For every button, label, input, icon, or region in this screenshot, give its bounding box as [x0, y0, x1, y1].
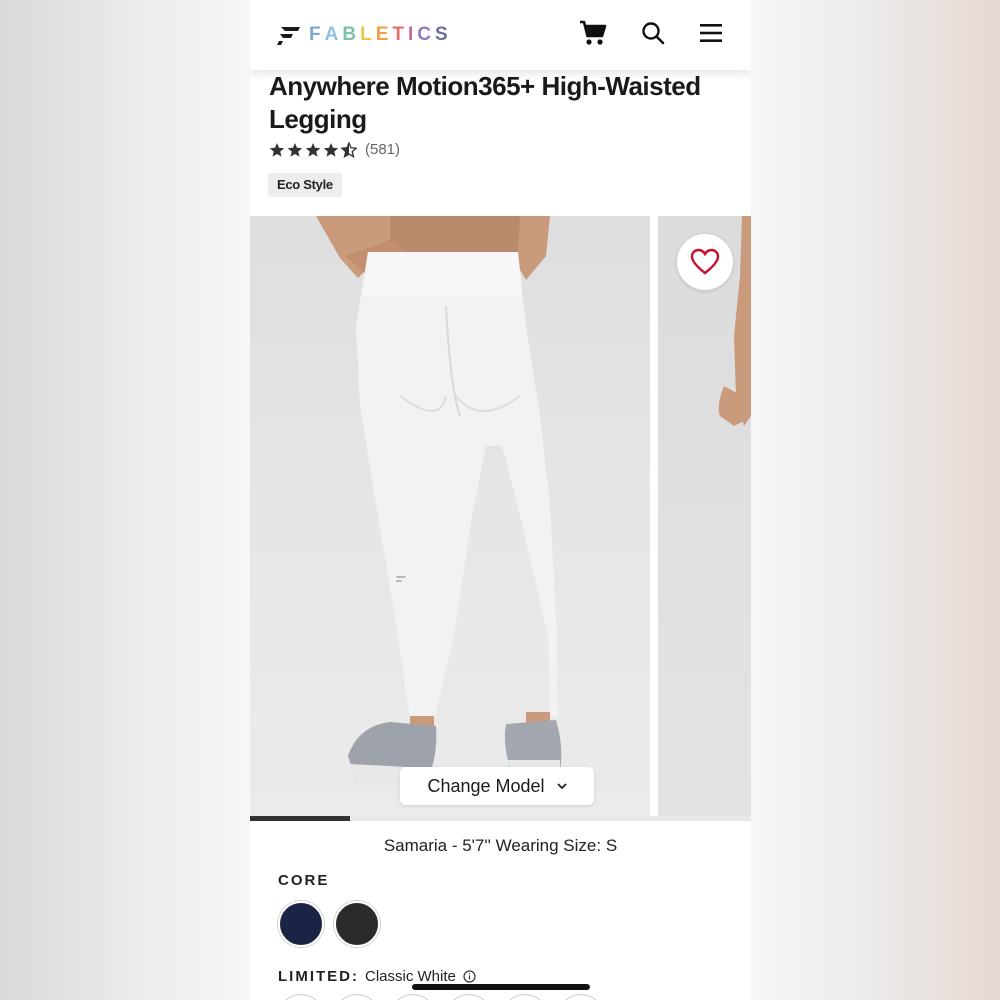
brand-letter: L [360, 24, 376, 45]
limited-label: LIMITED: [278, 968, 359, 985]
cart-icon[interactable] [578, 18, 608, 48]
brand-letter: S [435, 24, 452, 45]
leggings-photo [316, 216, 562, 784]
brand-letter: B [342, 24, 361, 45]
star-icon [269, 142, 285, 157]
product-gallery[interactable]: Change Model [250, 216, 751, 816]
color-swatch[interactable] [502, 994, 548, 1000]
change-model-button[interactable]: Change Model [400, 767, 594, 805]
brand-logo[interactable]: FABLETICS [277, 20, 452, 50]
limited-swatches-row[interactable] [278, 994, 618, 1000]
chevron-down-icon [556, 782, 567, 790]
info-icon[interactable] [463, 970, 476, 983]
next-photo-preview [718, 216, 751, 426]
star-icon [287, 142, 303, 157]
review-count: (581) [365, 141, 401, 158]
star-icon [305, 142, 321, 157]
brand-letter: E [375, 24, 393, 45]
menu-icon[interactable] [696, 18, 726, 48]
brand-letter: A [324, 24, 343, 45]
color-swatch-navy[interactable] [278, 901, 324, 947]
color-swatch-black[interactable] [334, 901, 380, 947]
star-rating [269, 141, 357, 158]
home-indicator[interactable] [412, 984, 590, 990]
limited-colors-row: LIMITED: Classic White [278, 968, 476, 985]
change-model-label: Change Model [427, 775, 545, 796]
brand-letter: F [309, 24, 325, 45]
star-half-icon [341, 141, 357, 158]
product-image-next[interactable] [658, 216, 751, 816]
site-header: FABLETICS [250, 0, 751, 70]
color-swatch[interactable] [558, 994, 604, 1000]
star-icon [323, 142, 339, 157]
rating-row[interactable]: (581) [269, 141, 400, 158]
brand-wordmark: FABLETICS [309, 24, 452, 46]
product-title: Anywhere Motion365+ High-Waisted Legging [269, 71, 701, 134]
product-image-main[interactable]: Change Model [250, 216, 650, 816]
heart-icon [690, 248, 720, 275]
core-colors-label: CORE [278, 872, 330, 889]
color-swatch[interactable] [446, 994, 492, 1000]
eco-style-badge: Eco Style [268, 173, 342, 197]
product-page: FABLETICS Anywhere Motion365+ High-Waist… [250, 0, 751, 1000]
search-icon[interactable] [638, 18, 668, 48]
model-info: Samaria - 5'7'' Wearing Size: S [383, 836, 618, 855]
brand-mark-icon [277, 27, 300, 45]
favorite-button[interactable] [677, 234, 733, 290]
gallery-progress-fill [250, 816, 351, 821]
brand-letter: C [417, 24, 435, 45]
selected-color-name: Classic White [365, 968, 456, 985]
color-swatch[interactable] [390, 994, 436, 1000]
color-swatch[interactable] [334, 994, 380, 1000]
brand-letter: I [407, 24, 418, 45]
color-swatch[interactable] [278, 994, 324, 1000]
brand-letter: T [392, 24, 408, 45]
gallery-progress [250, 816, 751, 821]
